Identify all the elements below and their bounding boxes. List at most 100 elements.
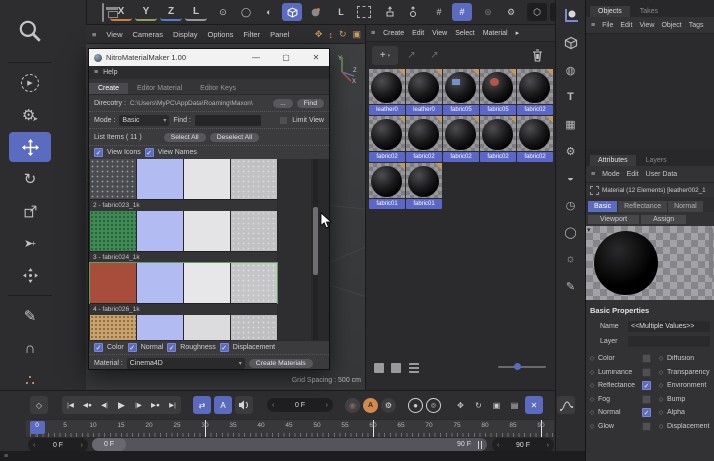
workplane-axis-icon[interactable]: L <box>331 3 351 21</box>
render-region-icon[interactable]: ⬡ <box>527 3 547 21</box>
menu-tags[interactable]: Tags <box>689 22 704 29</box>
lightbulb-icon[interactable]: ☼ <box>561 249 581 269</box>
keyframe-diamond-icon[interactable]: ◇ <box>586 382 598 389</box>
material-item[interactable]: fabric01 <box>406 163 442 209</box>
color-checkbox[interactable]: ✓ <box>94 343 103 352</box>
zoom-view-icon[interactable]: ↕ <box>328 30 333 40</box>
texture-row-selected[interactable] <box>89 262 278 304</box>
volume-icon[interactable]: ◒ <box>561 168 581 188</box>
keyframe-diamond-icon[interactable]: ◇ <box>586 423 598 430</box>
axis-modification-icon[interactable] <box>403 3 423 21</box>
keyframe-diamond-icon[interactable]: ◇ <box>586 355 598 362</box>
tab-assign[interactable]: Assign <box>641 214 687 224</box>
keyframe-diamond-icon[interactable]: ◇ <box>655 423 667 430</box>
object-coordinates-icon[interactable]: ◯ <box>236 3 256 21</box>
spin-left-icon[interactable]: ‹ <box>33 442 35 449</box>
texture-swatch[interactable] <box>231 263 277 303</box>
texture-swatch[interactable] <box>137 159 183 199</box>
material-preview[interactable]: ▾ <box>586 226 714 300</box>
record-pla-toggle[interactable]: ✕ <box>525 396 543 414</box>
record-rotation-toggle[interactable]: ↻ <box>471 398 486 413</box>
menu-display[interactable]: Display <box>173 30 198 39</box>
menu-view[interactable]: View <box>639 22 654 29</box>
menu-material[interactable]: Material <box>483 30 508 37</box>
menu-view[interactable]: View <box>106 30 122 39</box>
texture-row[interactable] <box>90 159 277 199</box>
material-menu-icon[interactable]: ≡ <box>371 30 375 37</box>
tweak-tool-icon[interactable]: ⚙ ➤ <box>9 100 51 130</box>
play-button[interactable]: ▶ <box>113 396 130 414</box>
texture-swatch[interactable] <box>137 211 183 251</box>
fcurve-button[interactable] <box>557 396 575 414</box>
texture-swatch[interactable] <box>137 315 183 340</box>
next-frame-button[interactable]: |▶ <box>130 396 147 414</box>
menu-user-data[interactable]: User Data <box>646 171 678 178</box>
scale-tool-icon[interactable] <box>9 196 51 226</box>
add-material-button[interactable]: + ▾ <box>372 46 398 65</box>
autokey-mode-button[interactable]: A <box>214 396 232 414</box>
mode-dropdown[interactable]: Basic ▾ <box>119 114 170 126</box>
multi-axis-icon[interactable] <box>9 260 51 290</box>
shader-ball-icon[interactable]: ◯ <box>561 222 581 242</box>
preview-range-slider[interactable]: 0 F 90 F <box>92 438 487 451</box>
texture-swatch[interactable] <box>90 159 136 199</box>
clock-icon[interactable]: ◷ <box>561 195 581 215</box>
chevron-down-icon[interactable]: ▾ <box>587 226 591 234</box>
render-view-icon[interactable]: ⊛ <box>478 3 498 21</box>
material-item[interactable]: fabric01 <box>369 163 405 209</box>
spin-right-icon[interactable]: › <box>547 442 549 449</box>
dialog-menu-icon[interactable]: ≡ <box>94 69 98 76</box>
texture-mode-icon[interactable] <box>305 3 325 21</box>
prev-frame-button[interactable]: ◀| <box>96 396 113 414</box>
keying-settings-gear-icon[interactable]: ⚙ <box>381 397 396 413</box>
roughness-checkbox[interactable]: ✓ <box>167 343 177 352</box>
menu-edit[interactable]: Edit <box>412 30 424 37</box>
dialog-titlebar[interactable]: NitroMaterialMaker 1.00 — ▢ ✕ <box>89 49 329 66</box>
material-item[interactable]: leather0 <box>369 69 405 115</box>
sketch-pen-icon[interactable]: ✎ <box>9 301 51 331</box>
record-button[interactable]: ◉ <box>345 397 360 413</box>
live-selection-icon[interactable]: ▶ <box>9 68 51 98</box>
object-menu-icon[interactable]: ≡ <box>591 22 595 29</box>
view-names-checkbox[interactable]: ✓ <box>144 148 154 157</box>
workplane-button[interactable]: L <box>185 3 207 21</box>
texture-swatch[interactable] <box>90 211 136 251</box>
spin-left-icon[interactable]: ‹ <box>497 442 499 449</box>
fog-channel-checkbox[interactable] <box>642 394 651 404</box>
record-active-objects-button[interactable]: ● <box>408 397 423 413</box>
enable-axis-icon[interactable] <box>380 3 400 21</box>
attribute-menu-icon[interactable]: ≡ <box>591 171 595 178</box>
texture-row[interactable] <box>90 315 277 340</box>
sphere-primitive-icon[interactable]: ◍ <box>561 60 581 80</box>
goto-end-button[interactable]: ▶| <box>164 396 181 414</box>
material-item[interactable]: fabric05 <box>480 69 516 115</box>
material-item[interactable]: fabric02 <box>517 69 553 115</box>
tab-attributes[interactable]: Attributes <box>590 155 636 166</box>
menu-edit[interactable]: Edit <box>627 171 639 178</box>
displacement-checkbox[interactable]: ✓ <box>219 343 229 352</box>
next-key-button[interactable]: ▶● <box>147 396 164 414</box>
find-directory-button[interactable]: Find <box>296 98 324 108</box>
material-item[interactable]: fabric02 <box>480 116 516 162</box>
keyframe-selection-button[interactable]: ◎ <box>426 397 441 413</box>
load-materials-icon[interactable]: ↗ <box>402 46 421 65</box>
sound-button[interactable] <box>235 396 253 414</box>
normal-channel-checkbox[interactable]: ✓ <box>642 408 651 418</box>
menu-filter[interactable]: Filter <box>243 30 260 39</box>
tab-editor-keys[interactable]: Editor Keys <box>191 83 245 94</box>
texture-swatch[interactable] <box>231 315 277 340</box>
cube-primitive-icon[interactable] <box>561 33 581 53</box>
axis-y-lock-button[interactable]: Y <box>135 3 157 21</box>
name-field[interactable]: <<Multiple Values>> <box>628 321 710 332</box>
world-coordinates-icon[interactable]: ⊙ <box>213 3 233 21</box>
spin-right-icon[interactable]: › <box>81 442 83 449</box>
delete-material-icon[interactable] <box>528 46 547 65</box>
timeline-ruler[interactable]: 0 5 10 15 20 25 30 35 40 45 50 55 60 65 … <box>26 419 554 438</box>
shading-mode-icon[interactable]: ◐ <box>259 3 279 21</box>
texture-swatch[interactable] <box>90 315 136 340</box>
help-menu[interactable]: Help <box>103 69 117 76</box>
grid-view-icon[interactable] <box>374 363 384 373</box>
texture-swatch[interactable] <box>231 159 277 199</box>
snap-enabled-icon[interactable]: # <box>452 3 472 21</box>
range-end-spinner[interactable]: ‹ 90 F › <box>492 438 554 452</box>
